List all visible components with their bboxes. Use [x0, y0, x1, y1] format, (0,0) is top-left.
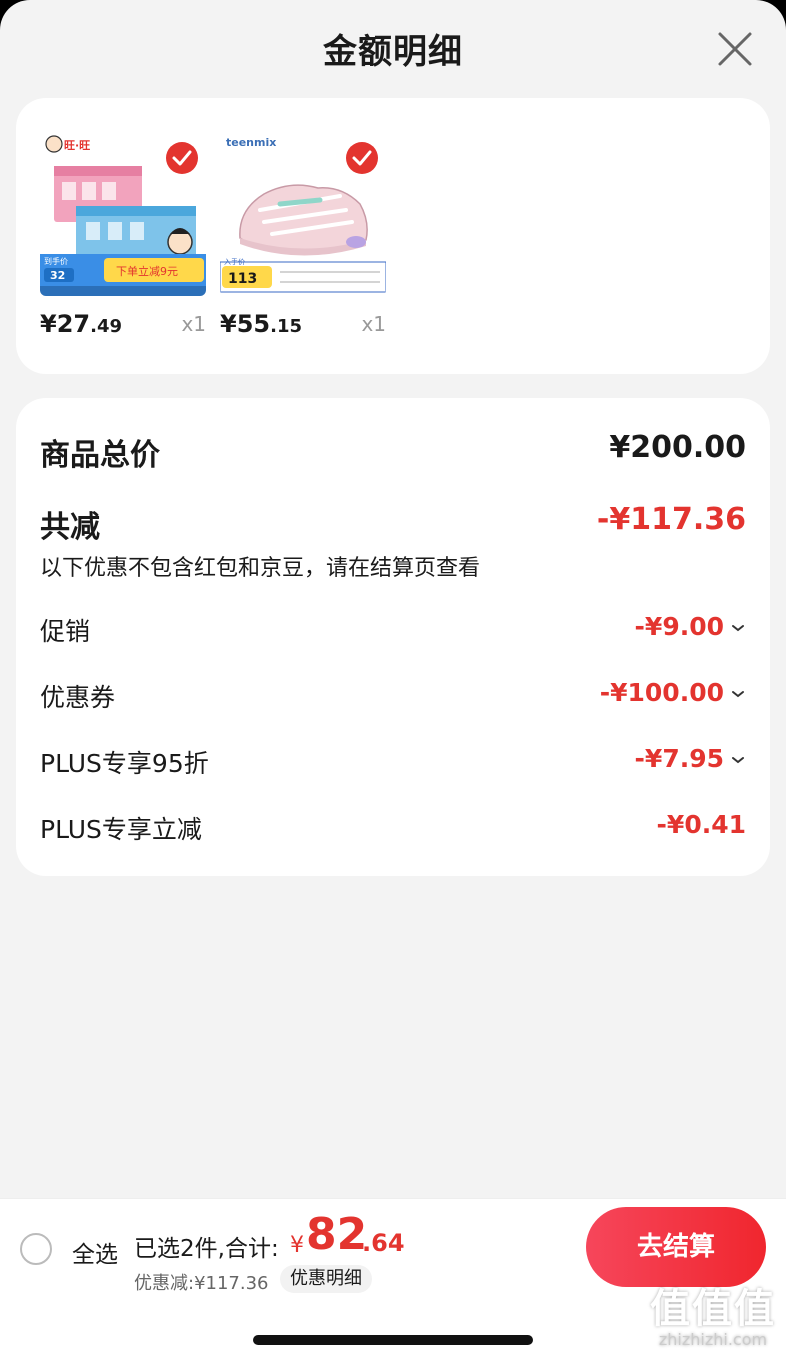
discount-row-promotion[interactable]: 促销 -¥9.00: [40, 612, 746, 646]
checked-icon[interactable]: [166, 142, 198, 174]
chevron-down-icon[interactable]: [730, 623, 746, 633]
discount-label: 促销: [40, 617, 91, 646]
product-price: ¥55.15: [220, 310, 302, 338]
home-indicator[interactable]: [253, 1335, 533, 1345]
chevron-down-icon[interactable]: [730, 755, 746, 765]
total-reduction-value: -¥117.36: [596, 502, 746, 537]
product-quantity: x1: [361, 312, 386, 336]
price-breakdown-card: 商品总价 ¥200.00 共减 -¥117.36 以下优惠不包含红包和京豆，请在…: [16, 398, 770, 876]
product-brand-logo: teenmix: [226, 136, 276, 149]
watermark-logo: 值值值: [650, 1286, 776, 1332]
checked-icon[interactable]: [346, 142, 378, 174]
discount-value: -¥0.41: [656, 810, 746, 839]
discount-value: -¥100.00: [600, 678, 746, 707]
sheet-header: 金额明细: [0, 0, 786, 98]
discount-label: 优惠券: [40, 683, 116, 712]
reduction-note-row: 以下优惠不包含红包和京豆，请在结算页查看: [40, 550, 746, 581]
discount-value: -¥9.00: [635, 612, 746, 641]
discount-amount: -¥9.00: [634, 612, 724, 641]
product-price-dec: .49: [90, 316, 122, 337]
total-amount-dec: .64: [362, 1229, 405, 1257]
discount-label: PLUS专享95折: [40, 749, 209, 778]
total-price-label: 商品总价: [40, 438, 160, 473]
product-banner-promo: 下单立减9元: [116, 264, 178, 278]
selected-count-text: 已选2件,合计:: [134, 1236, 279, 1262]
discount-label: PLUS专享立减: [40, 815, 202, 844]
total-price-value: ¥200.00: [609, 430, 746, 465]
product-brand-logo: 旺·旺: [64, 139, 90, 152]
sheet-title: 金额明细: [323, 32, 463, 72]
product-banner-top: 到手价: [44, 256, 68, 266]
discount-value: -¥7.95: [635, 744, 746, 773]
total-currency-symbol: ¥: [290, 1233, 304, 1258]
discount-row-coupon[interactable]: 优惠券 -¥100.00: [40, 678, 746, 712]
discount-row-plus-instant: PLUS专享立减 -¥0.41: [40, 810, 746, 844]
reduction-note: 以下优惠不包含红包和京豆，请在结算页查看: [40, 556, 481, 581]
discount-summary: 优惠减:¥117.36: [134, 1273, 269, 1294]
product-item[interactable]: teenmix 入手价 113 ¥55.15 x1: [220, 130, 386, 338]
total-reduction-row: 共减 -¥117.36: [40, 502, 746, 545]
discount-detail-button[interactable]: 优惠明细: [280, 1265, 372, 1293]
select-all-label[interactable]: 全选: [72, 1235, 118, 1269]
product-price: ¥27.49: [40, 310, 122, 338]
checkout-button[interactable]: 去结算: [586, 1207, 766, 1287]
total-price-row: 商品总价 ¥200.00: [40, 430, 746, 473]
total-amount-int: 82: [306, 1209, 368, 1260]
discount-amount: -¥7.95: [634, 744, 724, 773]
close-icon[interactable]: [716, 30, 754, 68]
product-thumbnail-wangwang[interactable]: 到手价 32 下单立减9元 旺·旺: [40, 130, 206, 296]
product-item[interactable]: 到手价 32 下单立减9元 旺·旺 ¥27.49 x1: [40, 130, 206, 338]
product-banner-price: 113: [228, 271, 257, 287]
product-price-int: ¥55: [220, 310, 271, 338]
product-list-card: 到手价 32 下单立减9元 旺·旺 ¥27.49 x1 teenmix 入手价 …: [16, 98, 770, 374]
product-price-int: ¥27: [40, 310, 91, 338]
discount-amount: -¥100.00: [599, 678, 724, 707]
product-thumbnail-teenmix[interactable]: teenmix 入手价 113: [220, 130, 386, 296]
product-price-dec: .15: [270, 316, 302, 337]
watermark: 值值值 zhizhizhi.com: [650, 1276, 776, 1349]
discount-row-plus-95[interactable]: PLUS专享95折 -¥7.95: [40, 744, 746, 778]
product-quantity: x1: [181, 312, 206, 336]
amount-detail-sheet: 金额明细 到手价 32 下单立减9元 旺·旺 ¥27.49 x1 teenmix…: [0, 0, 786, 1362]
total-reduction-label: 共减: [40, 510, 100, 545]
watermark-url: zhizhizhi.com: [658, 1330, 768, 1349]
select-all-radio[interactable]: [20, 1233, 52, 1265]
chevron-down-icon[interactable]: [730, 689, 746, 699]
product-banner-price: 32: [50, 269, 65, 282]
product-banner-top: 入手价: [224, 257, 245, 266]
